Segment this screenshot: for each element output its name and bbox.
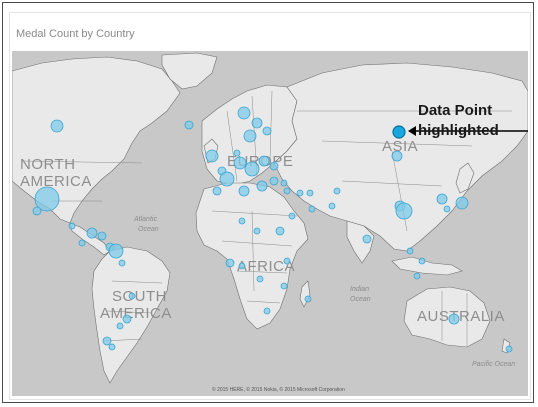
bubble-cuba[interactable] — [86, 227, 98, 239]
bubble-madagascar[interactable] — [304, 295, 312, 303]
bubble-iceland[interactable] — [184, 120, 194, 130]
bubble-niger[interactable] — [253, 227, 261, 235]
label-indian-2: Ocean — [350, 296, 371, 303]
bubble-ukraine[interactable] — [269, 161, 279, 171]
bubble-greece[interactable] — [296, 189, 304, 197]
bubble-bolivia[interactable] — [122, 314, 132, 324]
label-south-america-1: SOUTH — [112, 288, 167, 305]
bubble-ethiopia[interactable] — [275, 226, 285, 236]
bubble-malaysia[interactable] — [418, 257, 426, 265]
bubble-paraguay[interactable] — [116, 322, 124, 330]
annotation-line-2: highlighted — [418, 122, 499, 139]
bubble-kazakhstan[interactable] — [333, 187, 341, 195]
bubble-turkey[interactable] — [306, 189, 314, 197]
bubble-spain[interactable] — [238, 185, 250, 197]
label-south-america-2: AMERICA — [100, 305, 172, 322]
label-indian-1: Indian — [350, 286, 369, 293]
bubble-thailand[interactable] — [406, 247, 414, 255]
label-atlantic-1: Atlantic — [133, 216, 157, 223]
screenshot-frame: Medal Count by Country NORTH AMERICA ASI… — [2, 2, 534, 403]
bubble-iran[interactable] — [308, 205, 316, 213]
bubble-chile[interactable] — [108, 343, 116, 351]
bubble-australia[interactable] — [448, 313, 460, 325]
bubble-sweden[interactable] — [251, 117, 263, 129]
bubble-china[interactable] — [395, 202, 413, 220]
label-australia: AUSTRALIA — [417, 308, 505, 325]
bubble-venezuela[interactable] — [118, 259, 126, 267]
bubble-bulgaria[interactable] — [283, 187, 291, 195]
label-north-america-2: AMERICA — [20, 173, 92, 190]
bubble-portugal[interactable] — [212, 186, 222, 196]
bubble-finland[interactable] — [243, 129, 257, 143]
bubble-mexico[interactable] — [68, 222, 76, 230]
bubble-japan[interactable] — [455, 196, 469, 210]
bubble-nigeria[interactable] — [225, 258, 235, 268]
bubble-india[interactable] — [362, 234, 372, 244]
bubble-argentina[interactable] — [102, 336, 112, 346]
annotation-text: Data Point highlighted — [418, 101, 518, 141]
bubble-usa-west[interactable] — [32, 206, 42, 216]
bubble-kenya[interactable] — [283, 257, 291, 265]
bubble-russia[interactable] — [391, 150, 403, 162]
bubble-italy[interactable] — [256, 180, 268, 192]
label-north-america-1: NORTH — [20, 156, 76, 173]
label-pacific: Pacific Ocean — [472, 361, 515, 368]
bubble-tanzania[interactable] — [280, 282, 288, 290]
bubble-caribbean[interactable] — [97, 231, 107, 241]
bubble-canada[interactable] — [50, 119, 64, 133]
bubble-colombia[interactable] — [108, 243, 124, 259]
bubble-romania[interactable] — [280, 179, 288, 187]
bubble-poland[interactable] — [258, 155, 270, 167]
bubble-uk[interactable] — [205, 149, 219, 163]
bubble-south-africa[interactable] — [263, 307, 271, 315]
bubble-france[interactable] — [219, 171, 235, 187]
bubble-indonesia[interactable] — [413, 272, 421, 280]
bubble-brazil[interactable] — [128, 292, 136, 300]
bubble-taiwan[interactable] — [443, 205, 451, 213]
bubble-cameroon[interactable] — [238, 262, 246, 270]
bubble-egypt[interactable] — [288, 212, 296, 220]
bubble-baltic[interactable] — [262, 126, 272, 136]
bubble-korea[interactable] — [436, 193, 448, 205]
bubble-new-zealand[interactable] — [505, 345, 513, 353]
visual-title: Medal Count by Country — [16, 28, 135, 40]
highlighted-data-point[interactable] — [392, 125, 406, 139]
map-credit: © 2015 HERE, © 2015 Nokia, © 2015 Micros… — [212, 386, 345, 393]
bubble-netherlands[interactable] — [233, 156, 247, 170]
label-atlantic-2: Ocean — [138, 226, 159, 233]
bubble-central-america[interactable] — [78, 239, 86, 247]
bubble-hungary[interactable] — [269, 176, 279, 186]
bubble-algeria[interactable] — [238, 217, 246, 225]
annotation-line-1: Data Point — [418, 102, 493, 119]
bubble-congo[interactable] — [256, 275, 264, 283]
bubble-uzbekistan[interactable] — [328, 202, 336, 210]
map-visual[interactable]: Medal Count by Country NORTH AMERICA ASI… — [9, 12, 531, 400]
bubble-denmark[interactable] — [233, 149, 241, 157]
bubble-norway[interactable] — [237, 106, 251, 120]
bubble-germany[interactable] — [244, 161, 260, 177]
